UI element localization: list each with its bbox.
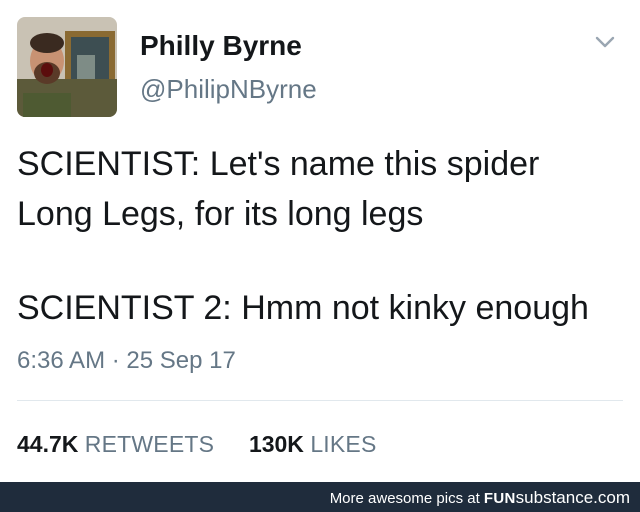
tweet-text-line: SCIENTIST: Let's name this spider <box>17 145 540 183</box>
chevron-down-icon[interactable] <box>594 34 616 50</box>
tweet-timestamp[interactable]: 6:36 AM · 25 Sep 17 <box>17 347 236 375</box>
display-name[interactable]: Philly Byrne <box>140 30 302 62</box>
watermark-brand-rest: substance.com <box>515 488 630 507</box>
retweets-count: 44.7K <box>17 431 79 457</box>
user-handle[interactable]: @PhilipNByrne <box>140 74 317 105</box>
watermark-prefix: More awesome pics at <box>329 490 484 507</box>
likes-stat[interactable]: 130K LIKES <box>249 431 377 457</box>
divider <box>17 400 623 401</box>
tweet-text-line: Long Legs, for its long legs <box>17 195 424 233</box>
tweet-stats: 44.7K RETWEETS 130K LIKES <box>17 431 377 458</box>
tweet-text-line: SCIENTIST 2: Hmm not kinky enough <box>17 289 589 327</box>
watermark-text: More awesome pics at FUNsubstance.com <box>330 488 630 508</box>
retweets-stat[interactable]: 44.7K RETWEETS <box>17 431 221 457</box>
retweets-label: RETWEETS <box>84 431 215 457</box>
watermark-brand-bold: FUN <box>483 490 516 507</box>
avatar[interactable] <box>17 17 117 117</box>
avatar-photo <box>17 17 117 117</box>
likes-count: 130K <box>248 431 304 457</box>
watermark-footer: More awesome pics at FUNsubstance.com <box>0 482 640 512</box>
likes-label: LIKES <box>310 431 377 457</box>
